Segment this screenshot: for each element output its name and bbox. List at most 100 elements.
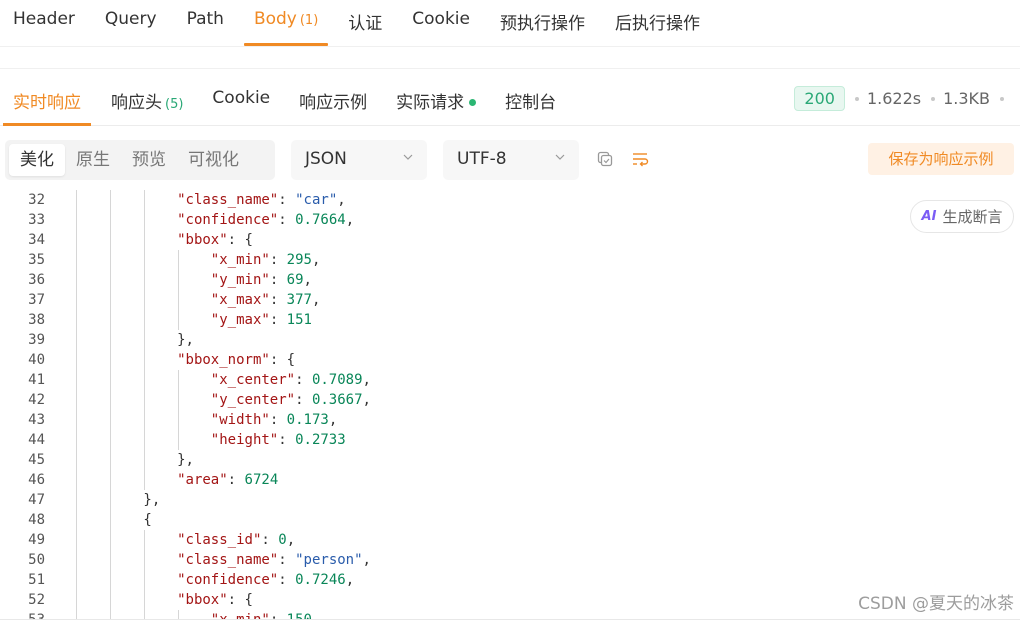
code-line: 42 "y_center": 0.3667, bbox=[0, 390, 1020, 410]
json-key: "height" bbox=[210, 432, 279, 448]
request-tab[interactable]: Cookie bbox=[412, 0, 470, 46]
chevron-down-icon bbox=[403, 154, 413, 160]
request-tab[interactable]: 认证 bbox=[348, 0, 382, 46]
response-tab-label: 响应头 bbox=[111, 93, 162, 113]
json-punctuation: }, bbox=[177, 332, 194, 348]
json-punctuation: : bbox=[295, 372, 312, 388]
line-number: 47 bbox=[28, 492, 45, 508]
indent-guide bbox=[110, 590, 111, 610]
indent-guide bbox=[144, 230, 145, 250]
indent-guide bbox=[144, 310, 145, 330]
view-mode-option[interactable]: 美化 bbox=[9, 144, 65, 176]
response-tab[interactable]: Cookie bbox=[212, 69, 270, 126]
json-key: "x_min" bbox=[210, 252, 270, 268]
generate-assertion-button[interactable]: AI 生成断言 bbox=[910, 200, 1014, 233]
generate-assertion-label: 生成断言 bbox=[942, 208, 1003, 226]
view-mode-option[interactable]: 可视化 bbox=[177, 144, 250, 176]
response-tab-label: 实时响应 bbox=[13, 93, 81, 113]
line-number: 42 bbox=[28, 392, 45, 408]
json-key: "class_name" bbox=[177, 192, 279, 208]
response-tab-label: 响应示例 bbox=[299, 93, 368, 113]
json-number: 6724 bbox=[244, 472, 279, 488]
view-mode-option[interactable]: 预览 bbox=[121, 144, 177, 176]
response-tab[interactable]: 响应示例 bbox=[299, 69, 367, 126]
indent-guide bbox=[110, 330, 111, 350]
code-line: 38 "y_max": 151 bbox=[0, 310, 1020, 330]
json-number: 0.7664 bbox=[295, 212, 346, 228]
code-line: 44 "height": 0.2733 bbox=[0, 430, 1020, 450]
line-number: 33 bbox=[28, 212, 45, 228]
line-number: 35 bbox=[28, 252, 45, 268]
copy-icon[interactable] bbox=[596, 150, 614, 168]
code-text: "x_max": 377, bbox=[211, 290, 321, 310]
indent-guide bbox=[178, 430, 179, 450]
request-tab[interactable]: 预执行操作 bbox=[500, 0, 585, 46]
code-text: "bbox": { bbox=[177, 590, 253, 610]
json-punctuation: : bbox=[269, 312, 287, 328]
response-tab[interactable]: 响应头 (5) bbox=[111, 69, 183, 126]
encoding-select[interactable]: UTF-8 bbox=[443, 140, 579, 180]
json-punctuation: : { bbox=[227, 232, 253, 248]
indent-guide bbox=[144, 550, 145, 570]
indent-guide bbox=[76, 290, 77, 310]
request-tab-label: 后执行操作 bbox=[614, 14, 700, 34]
response-tab-label: Cookie bbox=[212, 88, 271, 108]
response-tab[interactable]: 实时响应 bbox=[0, 69, 91, 126]
indent-guide bbox=[76, 430, 77, 450]
json-punctuation: : bbox=[261, 532, 279, 548]
json-punctuation: , bbox=[362, 552, 371, 568]
json-punctuation: , bbox=[362, 392, 371, 408]
indent-guide bbox=[110, 290, 111, 310]
code-text: "class_name": "person", bbox=[177, 550, 371, 570]
code-text: "bbox_norm": { bbox=[177, 350, 295, 370]
view-mode-option[interactable]: 原生 bbox=[65, 144, 121, 176]
indent-guide bbox=[144, 270, 145, 290]
indent-guide bbox=[110, 230, 111, 250]
json-punctuation: , bbox=[311, 292, 321, 308]
code-line: 49 "class_id": 0, bbox=[0, 530, 1020, 550]
code-line: 50 "class_name": "person", bbox=[0, 550, 1020, 570]
request-tab[interactable]: Header bbox=[13, 0, 75, 46]
json-number: 295 bbox=[286, 252, 312, 268]
code-text: "y_min": 69, bbox=[211, 270, 312, 290]
response-tab[interactable]: 实际请求 bbox=[396, 69, 477, 126]
json-punctuation: : { bbox=[269, 352, 296, 368]
indent-guide bbox=[144, 590, 145, 610]
response-tab-count: (5) bbox=[165, 97, 184, 112]
code-text: "class_id": 0, bbox=[177, 530, 295, 550]
indent-guide bbox=[76, 510, 77, 530]
json-key: "y_max" bbox=[210, 312, 270, 328]
indent-guide bbox=[178, 250, 179, 270]
request-tabs: Header Query Path Body (1) 认证 Cookie 预执行操作 后执行操作 bbox=[0, 0, 1020, 47]
format-select-value: JSON bbox=[305, 149, 347, 169]
code-line: 37 "x_max": 377, bbox=[0, 290, 1020, 310]
save-as-example-button[interactable]: 保存为响应示例 bbox=[868, 143, 1014, 175]
indent-guide bbox=[110, 210, 111, 230]
response-tab[interactable]: 控制台 bbox=[505, 69, 556, 126]
code-line: 36 "y_min": 69, bbox=[0, 270, 1020, 290]
json-key: "y_center" bbox=[210, 392, 296, 408]
code-line: 35 "x_min": 295, bbox=[0, 250, 1020, 270]
request-tab-label: Body bbox=[253, 9, 297, 29]
json-punctuation: : bbox=[278, 552, 296, 568]
request-tab[interactable]: Query bbox=[105, 0, 157, 46]
encoding-select-value: UTF-8 bbox=[457, 149, 507, 169]
request-tab[interactable]: Path bbox=[187, 0, 224, 46]
format-select[interactable]: JSON bbox=[291, 140, 427, 180]
wrap-lines-icon[interactable] bbox=[631, 150, 649, 168]
json-punctuation: , bbox=[286, 532, 296, 548]
code-line: 40 "bbox_norm": { bbox=[0, 350, 1020, 370]
indent-guide bbox=[144, 410, 145, 430]
request-tab[interactable]: Body (1) bbox=[243, 0, 329, 46]
request-tab[interactable]: 后执行操作 bbox=[615, 0, 700, 46]
code-text: "y_max": 151 bbox=[211, 310, 312, 330]
code-text: }, bbox=[177, 330, 194, 350]
json-punctuation: , bbox=[362, 372, 371, 388]
chevron-down-icon bbox=[555, 154, 565, 160]
json-punctuation: : bbox=[227, 472, 245, 488]
separator-dot bbox=[931, 96, 936, 101]
line-number: 38 bbox=[28, 312, 45, 328]
json-code-viewer[interactable]: 32 "class_name": "car", 33 "confidence": 0.… bbox=[0, 190, 1020, 620]
indent-guide bbox=[110, 450, 111, 470]
line-number: 51 bbox=[28, 572, 45, 588]
